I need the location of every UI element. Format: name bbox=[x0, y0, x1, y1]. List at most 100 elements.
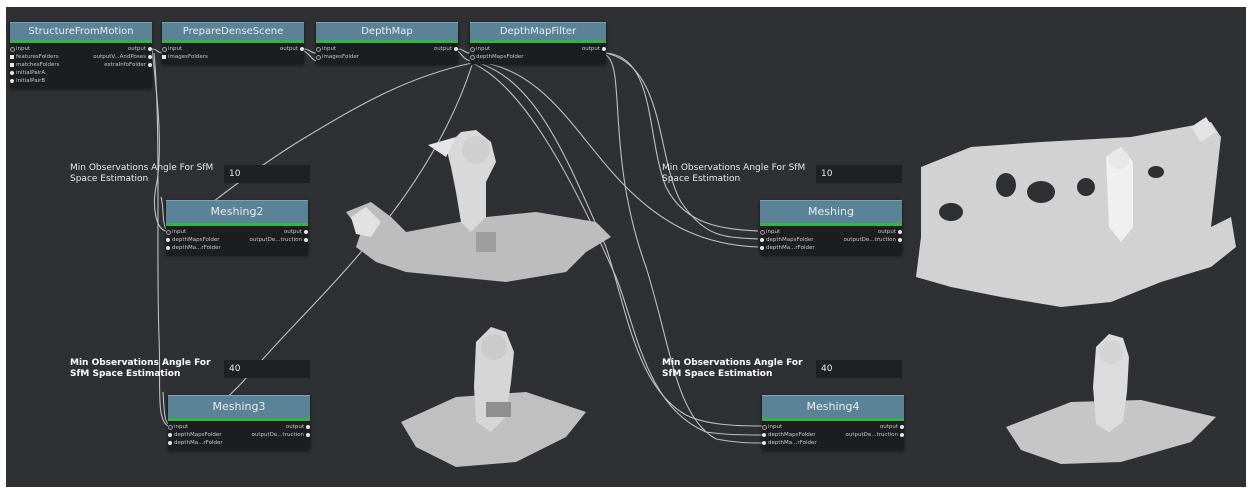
input-port-icon[interactable] bbox=[762, 441, 766, 445]
param-label-line1: Min Observations Angle For bbox=[662, 358, 803, 368]
port-label: outputDe...truction bbox=[843, 237, 896, 243]
input-port-icon[interactable] bbox=[166, 230, 171, 235]
input-port-icon[interactable] bbox=[760, 238, 764, 242]
mesh-preview-lion-1 bbox=[346, 130, 611, 282]
param-value-field[interactable]: 10 bbox=[224, 165, 310, 183]
port-label: output bbox=[285, 424, 304, 430]
mesh-preview-room bbox=[916, 117, 1236, 307]
param-label-line2: Space Estimation bbox=[662, 174, 741, 184]
port-label: output bbox=[283, 229, 302, 235]
param-label-line1: Min Observations Angle For bbox=[70, 358, 211, 368]
node-title: Meshing4 bbox=[762, 395, 904, 418]
node-title: Meshing3 bbox=[168, 395, 310, 418]
port-label: depthMa...rFolder bbox=[172, 245, 221, 251]
port-label: output bbox=[279, 46, 298, 52]
port-label: depthMa...rFolder bbox=[766, 245, 815, 251]
output-port-icon[interactable] bbox=[898, 230, 902, 234]
port-label: featuresFolders bbox=[16, 54, 59, 60]
input-port-icon[interactable] bbox=[470, 55, 475, 60]
input-port-icon[interactable] bbox=[168, 425, 173, 430]
node-meshing3[interactable]: Meshing3 input output depthMapsFolder outp… bbox=[168, 395, 310, 450]
param-value-field[interactable]: 40 bbox=[224, 360, 310, 378]
output-port-icon[interactable] bbox=[454, 47, 458, 51]
mesh-preview-lion-2 bbox=[401, 327, 586, 467]
node-title: Meshing bbox=[760, 200, 902, 223]
input-port-icon[interactable] bbox=[166, 238, 170, 242]
node-structure-from-motion[interactable]: StructureFromMotion input output features… bbox=[10, 22, 152, 88]
param-value-field[interactable]: 40 bbox=[816, 360, 902, 378]
node-title: DepthMapFilter bbox=[470, 22, 606, 40]
wire-sfm-meshing2 bbox=[151, 48, 167, 232]
node-depth-map-filter[interactable]: DepthMapFilter input output depthMapsFold… bbox=[470, 22, 606, 64]
input-port-icon[interactable] bbox=[168, 433, 172, 437]
input-port-icon[interactable] bbox=[10, 79, 14, 83]
param-label-line2: SfM Space Estimation bbox=[662, 369, 773, 379]
port-label: input bbox=[16, 46, 31, 52]
input-port-icon[interactable] bbox=[760, 230, 765, 235]
node-meshing[interactable]: Meshing input output depthMapsFolder outpu… bbox=[760, 200, 902, 255]
node-meshing4[interactable]: Meshing4 input output depthMapsFolder outp… bbox=[762, 395, 904, 450]
port-label: depthMapsFolder bbox=[174, 432, 222, 438]
node-depth-map[interactable]: DepthMap input output imagesFolder bbox=[316, 22, 458, 64]
param-label-line2: SfM Space Estimation bbox=[70, 369, 181, 379]
port-label: depthMa...rFolder bbox=[174, 440, 223, 446]
node-title: PrepareDenseScene bbox=[162, 22, 304, 40]
param-min-observations-angle-1: Min Observations Angle For SfM Space Esti… bbox=[70, 163, 310, 191]
port-label: input bbox=[766, 229, 781, 235]
param-label-line2: Space Estimation bbox=[70, 174, 149, 184]
port-label: initialPairA bbox=[16, 70, 46, 76]
node-prepare-dense-scene[interactable]: PrepareDenseScene input output imagesFold… bbox=[162, 22, 304, 64]
input-port-icon[interactable] bbox=[10, 71, 14, 75]
param-label-line1: Min Observations Angle For SfM bbox=[662, 163, 806, 173]
input-port-icon[interactable] bbox=[10, 55, 14, 59]
output-port-icon[interactable] bbox=[306, 433, 310, 437]
input-port-icon[interactable] bbox=[10, 63, 14, 67]
output-port-icon[interactable] bbox=[898, 238, 902, 242]
output-port-icon[interactable] bbox=[306, 425, 310, 429]
input-port-icon[interactable] bbox=[470, 47, 475, 52]
port-label: output bbox=[127, 46, 146, 52]
param-min-observations-angle-2: Min Observations Angle For SfM Space Esti… bbox=[662, 163, 902, 191]
port-label: depthMa...rFolder bbox=[768, 440, 817, 446]
output-port-icon[interactable] bbox=[148, 55, 152, 59]
output-port-icon[interactable] bbox=[148, 63, 152, 67]
input-port-icon[interactable] bbox=[10, 47, 15, 52]
port-label: outputDe...truction bbox=[249, 237, 302, 243]
input-port-icon[interactable] bbox=[762, 425, 767, 430]
input-port-icon[interactable] bbox=[762, 433, 766, 437]
input-port-icon[interactable] bbox=[760, 246, 764, 250]
port-label: outputDe...truction bbox=[845, 432, 898, 438]
node-graph-canvas[interactable]: StructureFromMotion input output features… bbox=[6, 7, 1246, 487]
node-title: Meshing2 bbox=[166, 200, 308, 223]
port-label: input bbox=[322, 46, 337, 52]
mesh-preview-lion-3 bbox=[1006, 334, 1216, 464]
param-min-observations-angle-3: Min Observations Angle For SfM Space Esti… bbox=[70, 358, 310, 386]
param-value-field[interactable]: 10 bbox=[816, 165, 902, 183]
output-port-icon[interactable] bbox=[602, 47, 606, 51]
port-label: input bbox=[476, 46, 491, 52]
output-port-icon[interactable] bbox=[300, 47, 304, 51]
port-label: input bbox=[768, 424, 783, 430]
port-label: input bbox=[172, 229, 187, 235]
output-port-icon[interactable] bbox=[304, 238, 308, 242]
param-min-observations-angle-4: Min Observations Angle For SfM Space Esti… bbox=[662, 358, 902, 386]
param-label-line1: Min Observations Angle For SfM bbox=[70, 163, 214, 173]
input-port-icon[interactable] bbox=[168, 441, 172, 445]
input-port-icon[interactable] bbox=[316, 47, 321, 52]
port-label: outputDe...truction bbox=[251, 432, 304, 438]
output-port-icon[interactable] bbox=[304, 230, 308, 234]
node-meshing2[interactable]: Meshing2 input output depthMapsFolder outp… bbox=[166, 200, 308, 255]
input-port-icon[interactable] bbox=[166, 246, 170, 250]
port-label: output bbox=[877, 229, 896, 235]
port-label: input bbox=[174, 424, 189, 430]
output-port-icon[interactable] bbox=[900, 425, 904, 429]
input-port-icon[interactable] bbox=[162, 55, 166, 59]
output-port-icon[interactable] bbox=[148, 47, 152, 51]
port-label: output bbox=[879, 424, 898, 430]
input-port-icon[interactable] bbox=[162, 47, 167, 52]
port-label: output bbox=[581, 46, 600, 52]
input-port-icon[interactable] bbox=[316, 55, 321, 60]
output-port-icon[interactable] bbox=[900, 433, 904, 437]
node-title: StructureFromMotion bbox=[10, 22, 152, 40]
port-label: depthMapsFolder bbox=[172, 237, 220, 243]
